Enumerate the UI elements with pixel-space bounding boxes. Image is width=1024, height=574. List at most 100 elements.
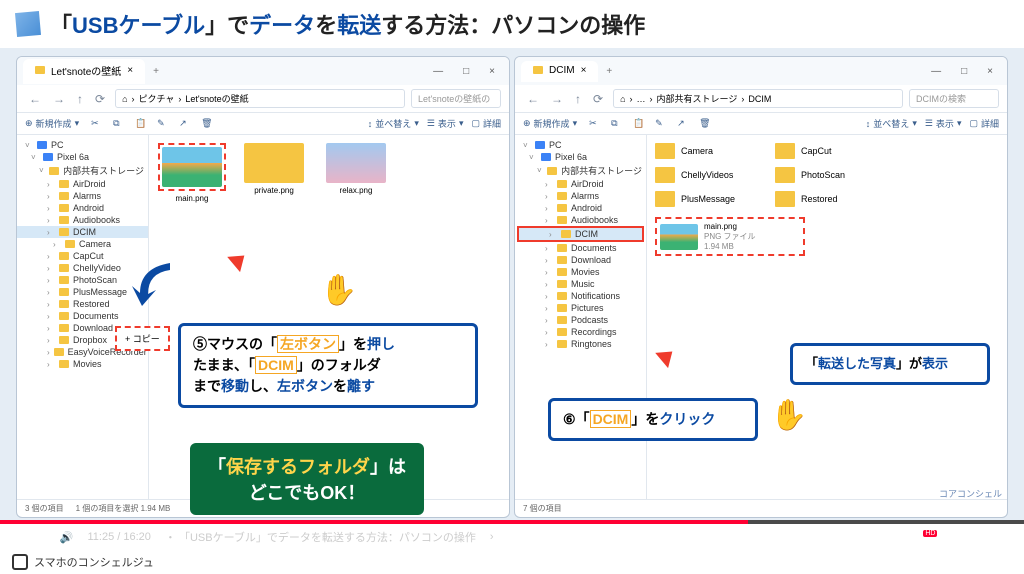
paste-icon[interactable]: 📋 xyxy=(135,118,147,130)
new-button[interactable]: ⊕ 新規作成 ▾ xyxy=(25,117,79,130)
tree-item[interactable]: ›Recordings xyxy=(515,326,646,338)
copy-icon[interactable]: ⧉ xyxy=(113,118,125,130)
tree-item[interactable]: ›ChellyVideo xyxy=(17,262,148,274)
forward-button[interactable]: → xyxy=(547,90,567,108)
miniplayer-button[interactable]: ▣ xyxy=(955,531,965,544)
file-thumb[interactable]: main.png xyxy=(157,143,227,203)
search-input[interactable]: Let'snoteの壁紙の xyxy=(411,89,501,108)
tree-item[interactable]: ›Movies xyxy=(515,266,646,278)
rename-icon[interactable]: ✎ xyxy=(655,118,667,130)
file-thumb[interactable]: relax.png xyxy=(321,143,391,203)
tree-item[interactable]: ›Documents xyxy=(17,310,148,322)
sort-button[interactable]: ↕ 並べ替え ▾ xyxy=(368,117,419,130)
rename-icon[interactable]: ✎ xyxy=(157,118,169,130)
tree-item[interactable]: ›AirDroid xyxy=(515,178,646,190)
share-icon[interactable]: ↗ xyxy=(179,118,191,130)
breadcrumb[interactable]: ⌂ › ピクチャ › Let'snoteの壁紙 xyxy=(115,89,405,108)
tab-add-button[interactable]: + xyxy=(598,66,620,77)
nav-tree-right[interactable]: ˅PC˅Pixel 6a˅内部共有ストレージ›AirDroid›Alarms›A… xyxy=(515,135,647,499)
minimize-button[interactable]: ― xyxy=(925,64,947,79)
tree-item[interactable]: ›Camera xyxy=(17,238,148,250)
theater-button[interactable]: ▭ xyxy=(980,531,990,544)
captions-button[interactable]: ㏄ xyxy=(892,529,903,545)
new-button[interactable]: ⊕ 新規作成 ▾ xyxy=(523,117,577,130)
tree-item[interactable]: ˅内部共有ストレージ xyxy=(515,163,646,178)
window-tab[interactable]: DCIM × xyxy=(521,61,598,82)
fullscreen-button[interactable]: ⛶ xyxy=(1004,531,1012,544)
details-button[interactable]: ▢ 詳細 xyxy=(969,117,999,130)
tree-item[interactable]: ›PhotoScan xyxy=(17,274,148,286)
breadcrumb[interactable]: ⌂ › … › 内部共有ストレージ › DCIM xyxy=(613,89,903,108)
tab-add-button[interactable]: + xyxy=(145,66,167,77)
folder-item[interactable]: CapCut xyxy=(775,143,845,159)
close-button[interactable]: × xyxy=(981,64,999,79)
tab-close-icon[interactable]: × xyxy=(581,65,587,76)
up-button[interactable]: ↑ xyxy=(571,90,585,108)
cut-icon[interactable]: ✂ xyxy=(589,118,601,130)
folder-item[interactable]: Restored xyxy=(775,191,845,207)
tree-item[interactable]: ˅Pixel 6a xyxy=(515,151,646,163)
minimize-button[interactable]: ― xyxy=(427,64,449,79)
view-button[interactable]: ☰ 表示 ▾ xyxy=(925,117,962,130)
play-button[interactable]: ▶ xyxy=(12,531,20,544)
up-button[interactable]: ↑ xyxy=(73,90,87,108)
tree-item[interactable]: ›Audiobooks xyxy=(515,214,646,226)
settings-button[interactable]: ⚙HD xyxy=(917,531,941,544)
maximize-button[interactable]: □ xyxy=(955,64,973,79)
file-thumb[interactable]: private.png xyxy=(239,143,309,203)
tree-item[interactable]: ›DCIM xyxy=(517,226,644,242)
back-button[interactable]: ← xyxy=(523,90,543,108)
tree-item[interactable]: ›Alarms xyxy=(515,190,646,202)
tree-item[interactable]: ˅内部共有ストレージ xyxy=(17,163,148,178)
video-chapter[interactable]: ・ 「USBケーブル」でデータを転送する方法：パソコンの操作 xyxy=(165,529,476,545)
window-tab[interactable]: Let'snoteの壁紙 × xyxy=(23,59,145,84)
forward-button[interactable]: → xyxy=(49,90,69,108)
tree-item[interactable]: ›Alarms xyxy=(17,190,148,202)
tree-item[interactable]: ˅PC xyxy=(515,139,646,151)
refresh-button[interactable]: ⟳ xyxy=(589,90,607,108)
refresh-button[interactable]: ⟳ xyxy=(91,90,109,108)
copy-icon[interactable]: ⧉ xyxy=(611,118,623,130)
back-button[interactable]: ← xyxy=(25,90,45,108)
nav-tree-left[interactable]: ˅PC˅Pixel 6a˅内部共有ストレージ›AirDroid›Alarms›A… xyxy=(17,135,149,499)
search-input[interactable]: DCIMの検索 xyxy=(909,89,999,108)
tree-item[interactable]: ›Android xyxy=(17,202,148,214)
tree-item[interactable]: ›Documents xyxy=(515,242,646,254)
tree-item[interactable]: ›Ringtones xyxy=(515,338,646,350)
view-button[interactable]: ☰ 表示 ▾ xyxy=(427,117,464,130)
folder-item[interactable]: Camera xyxy=(655,143,735,159)
details-button[interactable]: ▢ 詳細 xyxy=(471,117,501,130)
tree-item[interactable]: ›CapCut xyxy=(17,250,148,262)
tree-item[interactable]: ›AirDroid xyxy=(17,178,148,190)
tree-item[interactable]: ›Audiobooks xyxy=(17,214,148,226)
tree-item[interactable]: ˅Pixel 6a xyxy=(17,151,148,163)
delete-icon[interactable]: 🗑 xyxy=(699,118,711,130)
tree-item[interactable]: ›Android xyxy=(515,202,646,214)
share-icon[interactable]: ↗ xyxy=(677,118,689,130)
tree-item[interactable]: ›Notifications xyxy=(515,290,646,302)
transferred-file[interactable]: main.png PNG ファイル 1.94 MB xyxy=(655,217,805,256)
delete-icon[interactable]: 🗑 xyxy=(201,118,213,130)
sort-button[interactable]: ↕ 並べ替え ▾ xyxy=(866,117,917,130)
file-pane-right[interactable]: Camera ChellyVideos PlusMessage CapCut Phot… xyxy=(647,135,1007,499)
autoplay-toggle[interactable]: ⏻ xyxy=(870,531,879,544)
tree-item[interactable]: ›Podcasts xyxy=(515,314,646,326)
tree-item[interactable]: ›Download xyxy=(515,254,646,266)
paste-icon[interactable]: 📋 xyxy=(633,118,645,130)
next-button[interactable]: ▶| xyxy=(34,531,45,544)
tree-item[interactable]: ›Music xyxy=(515,278,646,290)
tree-item[interactable]: ›Movies xyxy=(17,358,148,370)
close-button[interactable]: × xyxy=(483,64,501,79)
folder-item[interactable]: PhotoScan xyxy=(775,167,845,183)
tree-item[interactable]: ˅PC xyxy=(17,139,148,151)
tab-close-icon[interactable]: × xyxy=(127,65,133,76)
folder-item[interactable]: ChellyVideos xyxy=(655,167,735,183)
tree-item[interactable]: ›Restored xyxy=(17,298,148,310)
cut-icon[interactable]: ✂ xyxy=(91,118,103,130)
tree-item[interactable]: ›Pictures xyxy=(515,302,646,314)
maximize-button[interactable]: □ xyxy=(457,64,475,79)
tree-item[interactable]: ›PlusMessage xyxy=(17,286,148,298)
folder-item[interactable]: PlusMessage xyxy=(655,191,735,207)
tree-item[interactable]: ›DCIM xyxy=(17,226,148,238)
volume-button[interactable]: 🔊 xyxy=(60,531,74,544)
